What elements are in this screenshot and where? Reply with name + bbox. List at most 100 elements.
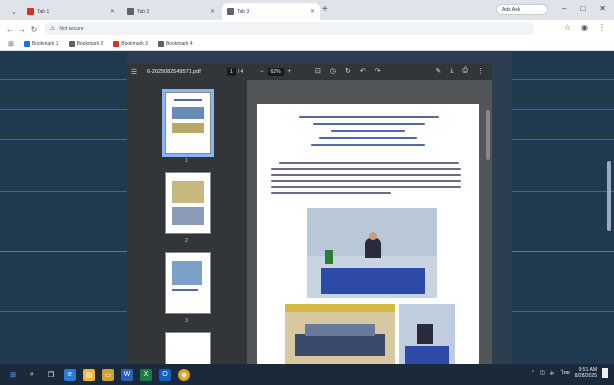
- page-scrollbar[interactable]: [607, 161, 611, 231]
- bookmark-favicon: [23, 41, 30, 47]
- close-window-button[interactable]: ✕: [599, 4, 606, 13]
- security-label[interactable]: Not secure: [59, 26, 83, 32]
- bookmark-item[interactable]: Bookmark 1: [23, 41, 59, 47]
- pdf-viewer: ☰ 6-2025082549571.pdf 1 / 4 − 62% + ⊡ ◷ …: [127, 64, 492, 364]
- close-icon[interactable]: ✕: [310, 8, 315, 15]
- apps-grid-icon[interactable]: ⊞: [8, 40, 14, 48]
- thumb-photo: [172, 107, 204, 119]
- forward-icon[interactable]: →: [16, 25, 28, 34]
- pdf-page: [257, 104, 479, 364]
- bookmark-item[interactable]: Bookmark 4: [157, 41, 193, 47]
- tab-favicon: [227, 8, 234, 15]
- pdf-file-name: 6-2025082549571.pdf: [147, 69, 201, 75]
- pdf-scrollbar[interactable]: [486, 110, 490, 160]
- bookmark-label: Bookmark 1: [31, 41, 59, 47]
- download-icon[interactable]: ⤓: [450, 67, 453, 75]
- decor-stripe: [0, 251, 127, 252]
- thumb-photo: [172, 181, 204, 203]
- chevron-up-icon[interactable]: ⌃: [531, 370, 535, 376]
- profile-icon[interactable]: ◉: [581, 23, 588, 32]
- word-icon[interactable]: W: [121, 368, 133, 381]
- pdf-page-area: [247, 80, 492, 364]
- excel-icon[interactable]: X: [140, 368, 152, 381]
- decor-stripe: [512, 311, 614, 312]
- pdf-toolbar: ☰ 6-2025082549571.pdf 1 / 4 − 62% + ⊡ ◷ …: [127, 64, 492, 80]
- photo-person-head: [369, 232, 377, 240]
- zoom-in-button[interactable]: +: [288, 69, 292, 75]
- volume-icon[interactable]: 🔈: [550, 370, 556, 376]
- annotate-icon[interactable]: ✎: [435, 67, 441, 75]
- system-tray: ⌃ ◫ 🔈 ไทย 9:51 AM 8/28/2025: [531, 367, 608, 379]
- tab-1[interactable]: Tab 1 ✕: [22, 3, 120, 20]
- close-icon[interactable]: ✕: [110, 8, 115, 15]
- notification-icon[interactable]: [602, 368, 608, 378]
- taskview-icon[interactable]: ❐: [45, 369, 57, 381]
- tab-search-icon[interactable]: ⌄: [6, 3, 20, 20]
- thumb-text-line: [172, 289, 198, 291]
- menu-icon[interactable]: ⋮: [598, 23, 606, 32]
- meeting-photo: [399, 304, 455, 364]
- thumbnail-page[interactable]: [165, 172, 211, 234]
- page-number-input[interactable]: 1: [227, 68, 236, 76]
- photo-people: [295, 334, 385, 356]
- minimize-button[interactable]: –: [562, 4, 566, 13]
- photo-person: [365, 238, 381, 258]
- undo-icon[interactable]: ↶: [360, 67, 366, 75]
- search-icon[interactable]: ⌕: [26, 369, 38, 381]
- tab-2[interactable]: Tab 2 ✕: [122, 3, 220, 20]
- chrome-icon[interactable]: ◉: [178, 368, 190, 381]
- new-tab-button[interactable]: +: [322, 5, 328, 15]
- text-line: [299, 116, 439, 118]
- thumbnail-page[interactable]: [165, 332, 211, 364]
- star-icon[interactable]: ☆: [564, 23, 571, 32]
- background-right: [512, 51, 614, 364]
- thumbnail-page[interactable]: [162, 89, 214, 157]
- tab-3-active[interactable]: Tab 3 ✕: [222, 3, 320, 20]
- thumb-photo: [172, 261, 202, 285]
- close-icon[interactable]: ✕: [210, 8, 215, 15]
- text-line: [311, 144, 425, 146]
- redo-icon[interactable]: ↷: [375, 67, 381, 75]
- background-left: [0, 51, 127, 364]
- sidebar-menu-icon[interactable]: ☰: [127, 68, 141, 76]
- folder-icon[interactable]: ▭: [102, 368, 114, 381]
- reload-icon[interactable]: ↻: [28, 25, 40, 34]
- fit-icon[interactable]: ⊡: [315, 67, 321, 75]
- clock[interactable]: 9:51 AM 8/28/2025: [575, 367, 597, 379]
- page-indicator: 1 / 4: [227, 68, 243, 76]
- back-icon[interactable]: ←: [4, 25, 16, 34]
- bookmark-item[interactable]: Bookmark 2: [68, 41, 104, 47]
- start-icon[interactable]: ⊞: [7, 369, 19, 381]
- maximize-button[interactable]: □: [580, 4, 585, 13]
- more-icon[interactable]: ⋮: [477, 67, 484, 75]
- zoom-input[interactable]: 62%: [267, 68, 284, 76]
- history-icon[interactable]: ◷: [330, 67, 336, 75]
- tab-title: Tab 2: [137, 8, 150, 15]
- rotate-icon[interactable]: ↻: [345, 67, 351, 75]
- bookmark-label: Bookmark 2: [76, 41, 104, 47]
- text-line: [279, 162, 459, 164]
- profile-pill[interactable]: Ads Ask: [496, 4, 548, 15]
- print-icon[interactable]: ⎙: [462, 67, 468, 75]
- outlook-icon[interactable]: O: [159, 368, 171, 381]
- text-line: [271, 186, 461, 188]
- explorer-icon[interactable]: ▤: [83, 368, 95, 381]
- tab-favicon: [27, 8, 34, 15]
- text-line: [331, 130, 405, 132]
- photo-person: [417, 324, 433, 344]
- language-indicator[interactable]: ไทย: [561, 369, 570, 377]
- text-line: [319, 137, 417, 139]
- tab-strip: ⌄ Tab 1 ✕ Tab 2 ✕ Tab 3 ✕ + Ads Ask – □ …: [0, 0, 614, 20]
- profile-label: Ads Ask: [502, 6, 521, 13]
- thumbnail-page[interactable]: [165, 252, 211, 314]
- window-controls: – □ ✕: [562, 4, 606, 13]
- address-bar[interactable]: ⚠ Not secure: [44, 22, 534, 35]
- edge-icon[interactable]: e: [64, 368, 76, 381]
- network-icon[interactable]: ◫: [540, 370, 545, 376]
- zoom-out-button[interactable]: −: [260, 69, 264, 75]
- photo-banner: [285, 304, 395, 312]
- bookmark-item[interactable]: Bookmark 3: [113, 41, 148, 47]
- photo-table: [321, 268, 425, 294]
- page-total: / 4: [237, 69, 244, 75]
- decor-stripe: [0, 139, 127, 140]
